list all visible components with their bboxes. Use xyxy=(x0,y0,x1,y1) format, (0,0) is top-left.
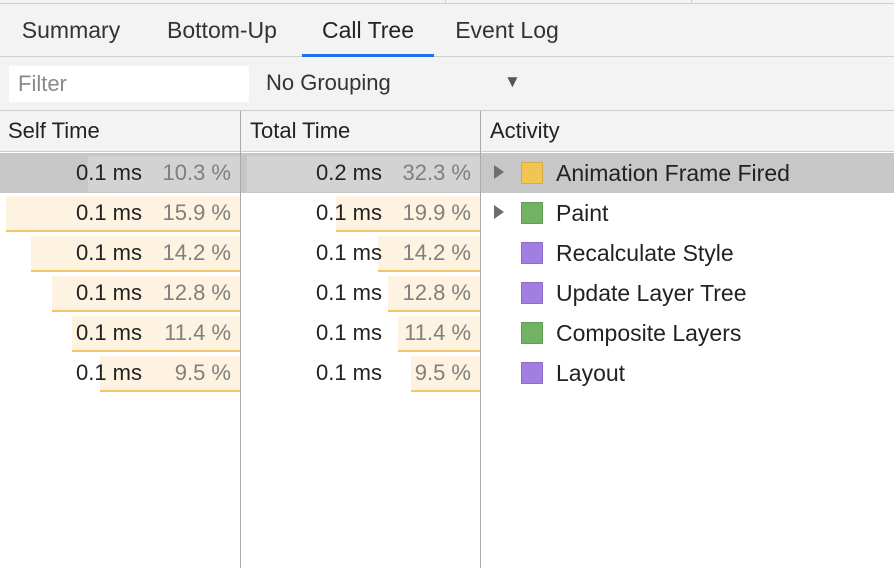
self-time-cell: 0.1 ms 11.4 % xyxy=(0,313,240,353)
column-header-self-time[interactable]: Self Time xyxy=(0,111,241,151)
self-time-value: 0.1 ms xyxy=(75,280,142,305)
table-row[interactable]: 0.1 ms 15.9 % 0.1 ms 19.9 % Paint xyxy=(0,193,894,233)
table-row[interactable]: 0.1 ms 9.5 % 0.1 ms 9.5 % Layout xyxy=(0,353,894,393)
self-time-value: 0.1 ms xyxy=(75,200,142,225)
tab-bottom-up[interactable]: Bottom-Up xyxy=(150,4,294,57)
total-time-percent: 11.4 % xyxy=(404,320,471,345)
self-time-value: 0.1 ms xyxy=(75,160,142,185)
category-color-swatch xyxy=(521,282,543,304)
column-divider[interactable] xyxy=(480,111,481,568)
filter-input[interactable] xyxy=(9,66,249,102)
total-time-percent: 14.2 % xyxy=(402,240,472,265)
activity-name: Animation Frame Fired xyxy=(556,160,790,186)
total-time-value: 0.1 ms xyxy=(315,360,382,385)
self-time-value: 0.1 ms xyxy=(75,240,142,265)
total-time-value: 0.1 ms xyxy=(315,200,382,225)
category-color-swatch xyxy=(521,202,543,224)
category-color-swatch xyxy=(521,242,543,264)
expand-arrow-icon[interactable] xyxy=(494,165,504,179)
filter-toolbar: No Grouping ▼ xyxy=(0,57,894,111)
total-time-value: 0.1 ms xyxy=(315,320,382,345)
self-time-percent: 14.2 % xyxy=(162,240,232,265)
total-time-percent: 32.3 % xyxy=(402,160,472,185)
total-time-value: 0.1 ms xyxy=(315,240,382,265)
table-row[interactable]: 0.1 ms 10.3 % 0.2 ms 32.3 % Animation Frame … xyxy=(0,153,894,193)
category-color-swatch xyxy=(521,322,543,344)
expand-arrow-icon[interactable] xyxy=(494,205,504,219)
category-color-swatch xyxy=(521,362,543,384)
self-time-value: 0.1 ms xyxy=(75,320,142,345)
self-time-percent: 12.8 % xyxy=(162,280,232,305)
total-time-cell: 0.1 ms 19.9 % xyxy=(241,193,480,233)
column-header-activity[interactable]: Activity xyxy=(482,111,894,151)
triangle-down-icon: ▼ xyxy=(504,72,521,91)
grid-header: Self Time Total Time Activity xyxy=(0,111,894,152)
self-time-cell: 0.1 ms 9.5 % xyxy=(0,353,240,393)
tab-event-log[interactable]: Event Log xyxy=(444,4,570,57)
table-row[interactable]: 0.1 ms 14.2 % 0.1 ms 14.2 % Recalculate Styl… xyxy=(0,233,894,273)
table-row[interactable]: 0.1 ms 11.4 % 0.1 ms 11.4 % Composite Layers xyxy=(0,313,894,353)
category-color-swatch xyxy=(521,162,543,184)
activity-name: Paint xyxy=(556,200,609,226)
tab-summary[interactable]: Summary xyxy=(8,4,134,57)
total-time-cell: 0.1 ms 11.4 % xyxy=(241,313,480,353)
self-time-percent: 10.3 % xyxy=(162,160,232,185)
total-time-cell: 0.1 ms 9.5 % xyxy=(241,353,480,393)
self-time-cell: 0.1 ms 14.2 % xyxy=(0,233,240,273)
activity-name: Recalculate Style xyxy=(556,240,734,266)
grouping-dropdown[interactable]: No Grouping ▼ xyxy=(258,66,528,102)
self-time-cell: 0.1 ms 15.9 % xyxy=(0,193,240,233)
total-time-cell: 0.2 ms 32.3 % xyxy=(241,153,480,193)
self-time-percent: 9.5 % xyxy=(174,360,231,385)
self-time-percent: 11.4 % xyxy=(164,320,231,345)
total-time-value: 0.1 ms xyxy=(315,280,382,305)
call-tree-grid: Self Time Total Time Activity 0.1 ms 10.3… xyxy=(0,111,894,568)
total-time-percent: 12.8 % xyxy=(402,280,472,305)
grouping-selected-value: No Grouping xyxy=(266,70,391,95)
self-time-value: 0.1 ms xyxy=(75,360,142,385)
activity-name: Update Layer Tree xyxy=(556,280,747,306)
total-time-percent: 9.5 % xyxy=(414,360,471,385)
self-time-cell: 0.1 ms 10.3 % xyxy=(0,153,240,193)
tab-bar: Summary Bottom-Up Call Tree Event Log xyxy=(0,4,894,57)
activity-name: Composite Layers xyxy=(556,320,742,346)
activity-name: Layout xyxy=(556,360,626,386)
self-time-cell: 0.1 ms 12.8 % xyxy=(0,273,240,313)
self-time-percent: 15.9 % xyxy=(162,200,232,225)
total-time-cell: 0.1 ms 12.8 % xyxy=(241,273,480,313)
column-divider[interactable] xyxy=(240,111,241,568)
total-time-cell: 0.1 ms 14.2 % xyxy=(241,233,480,273)
tab-call-tree[interactable]: Call Tree xyxy=(302,4,434,57)
table-row[interactable]: 0.1 ms 12.8 % 0.1 ms 12.8 % Update Layer Tre… xyxy=(0,273,894,313)
column-header-total-time[interactable]: Total Time xyxy=(242,111,481,151)
total-time-percent: 19.9 % xyxy=(402,200,472,225)
total-time-value: 0.2 ms xyxy=(315,160,382,185)
